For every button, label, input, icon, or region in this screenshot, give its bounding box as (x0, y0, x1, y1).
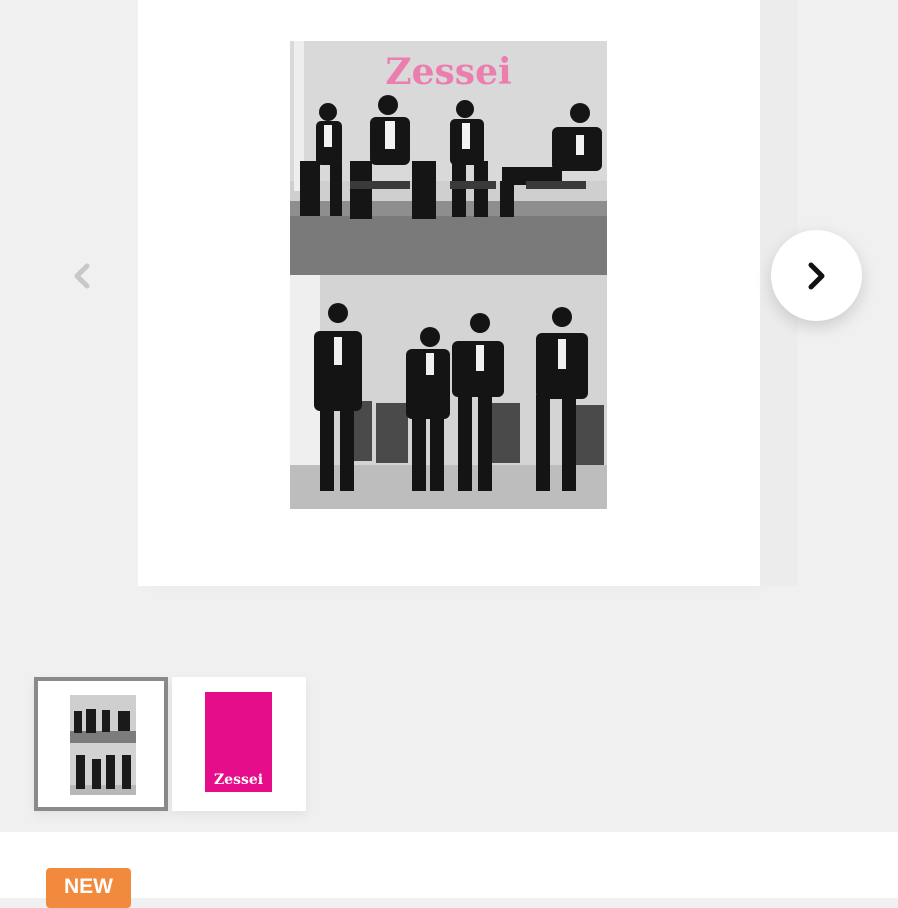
chevron-right-icon (808, 262, 824, 289)
main-image-card[interactable]: Zessei (138, 0, 760, 586)
magazine-logo: Zessei (385, 51, 512, 93)
product-image-gallery: Zessei Zessei (0, 0, 898, 832)
bw-photo-collage (290, 41, 607, 509)
thumbnail-1[interactable] (34, 677, 168, 811)
product-info-section: NEW (0, 832, 898, 908)
main-product-image[interactable]: Zessei (290, 41, 607, 509)
next-image-button[interactable] (771, 230, 862, 321)
thumbnail-logo: Zessei (213, 772, 264, 788)
previous-image-button[interactable] (64, 256, 100, 296)
chevron-left-icon (74, 263, 90, 289)
new-badge: NEW (46, 868, 131, 908)
thumbnail-pink-cover: Zessei (205, 692, 272, 792)
thumbnail-bw-photo (70, 695, 136, 795)
thumbnail-2[interactable]: Zessei (172, 677, 306, 811)
